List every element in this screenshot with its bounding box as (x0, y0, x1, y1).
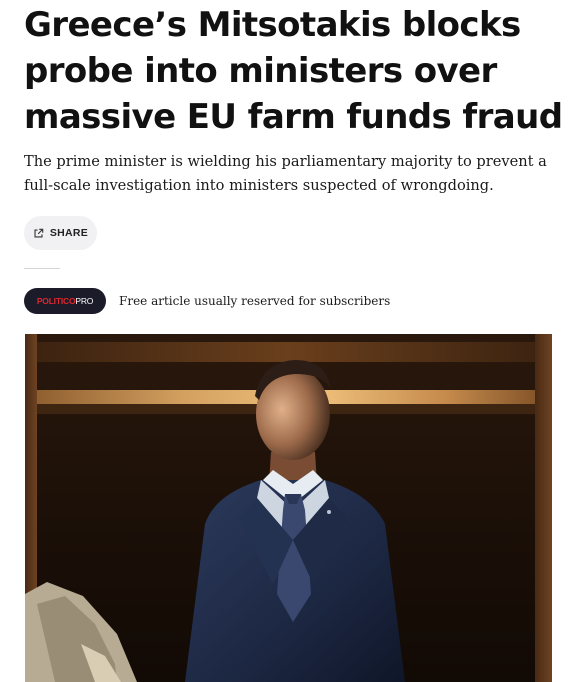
politico-pro-logo: POLITICOPRO (36, 296, 94, 306)
divider (24, 268, 60, 269)
politico-pro-badge[interactable]: POLITICOPRO (24, 288, 106, 314)
badge-brand: POLITICO (36, 296, 76, 306)
article-dek: The prime minister is wielding his parli… (24, 153, 547, 194)
article-headline: Greece’s Mitsotakis blocks probe into mi… (24, 5, 563, 137)
share-label: SHARE (49, 227, 89, 239)
badge-tier: PRO (75, 296, 94, 306)
external-link-icon (33, 228, 44, 239)
share-button[interactable]: SHARE (24, 216, 97, 250)
subscriber-note: Free article usually reserved for subscr… (119, 294, 391, 308)
lead-photo (25, 334, 552, 682)
